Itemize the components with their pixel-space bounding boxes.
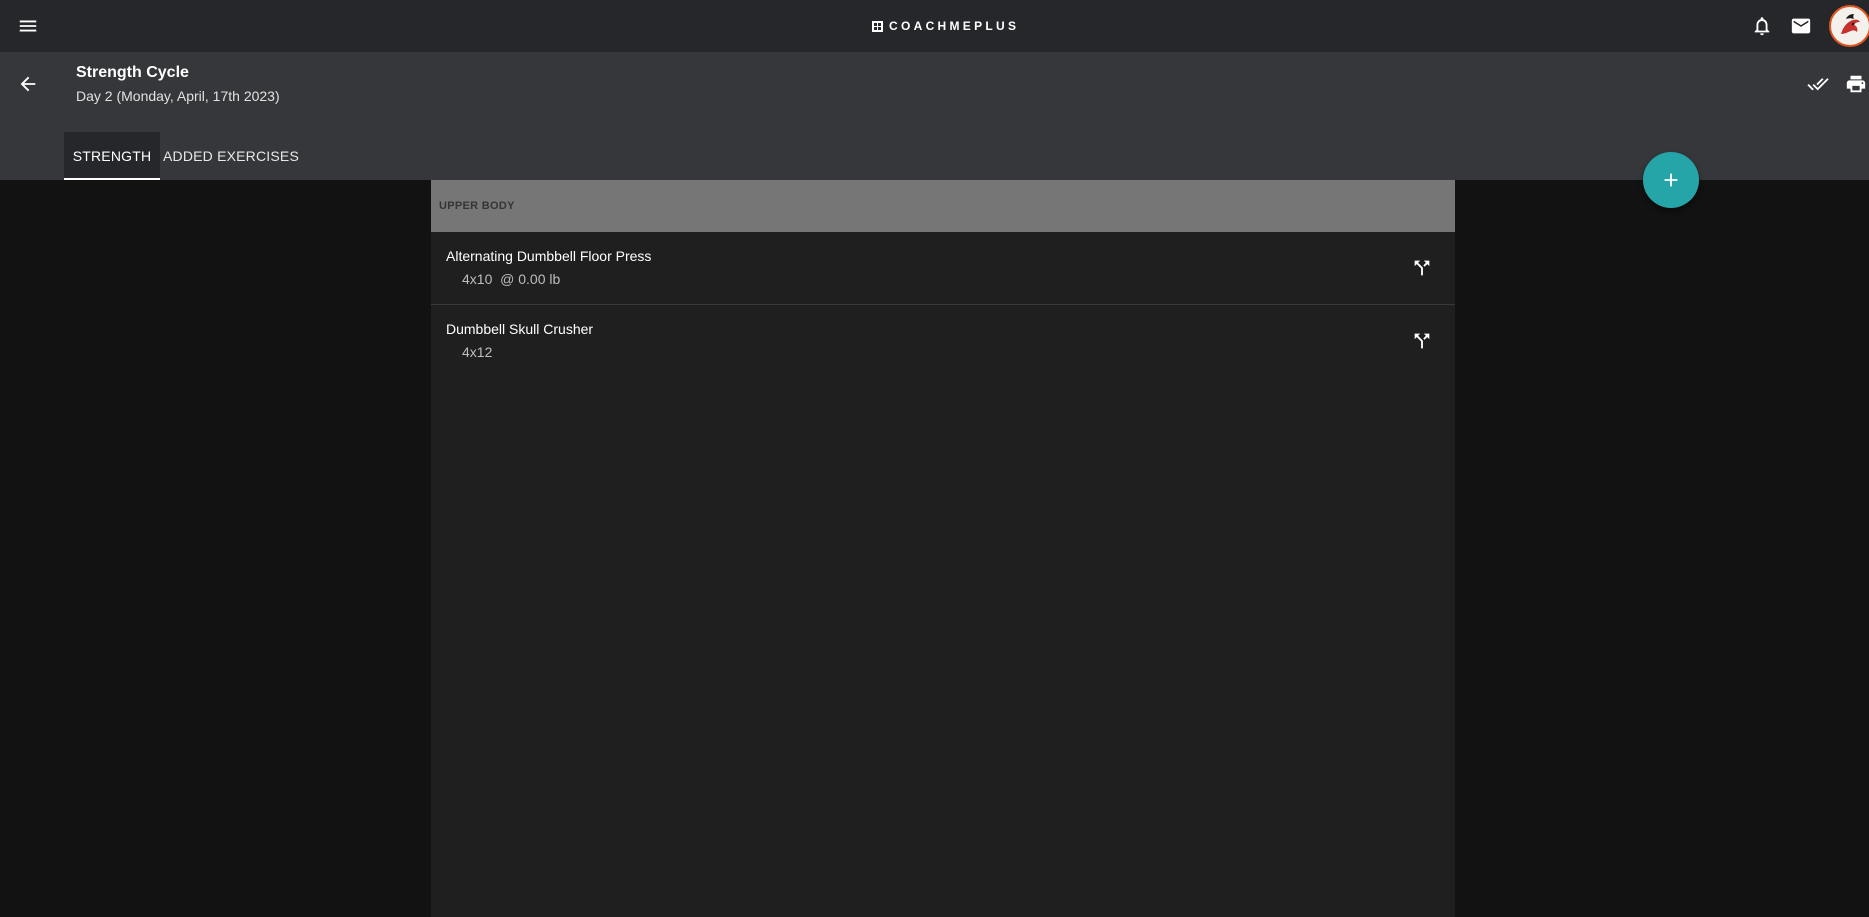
group-header: UPPER BODY [431,180,1455,232]
tab-added-exercises-label: ADDED EXERCISES [162,148,300,164]
avatar[interactable] [1829,5,1869,47]
mail-icon [1791,18,1811,34]
plus-icon [1664,173,1678,187]
back-button[interactable] [10,66,46,102]
fork-arrows-icon [1414,333,1430,349]
exercise-row[interactable]: Alternating Dumbbell Floor Press 4x10 @ … [431,232,1455,305]
double-check-icon [1807,78,1829,91]
tab-strength[interactable]: STRENGTH [64,132,160,180]
messages-button[interactable] [1783,8,1819,44]
printer-icon [1846,75,1866,93]
menu-button[interactable] [10,8,46,44]
workout-content: UPPER BODY Alternating Dumbbell Floor Pr… [431,180,1455,917]
exercise-split-button[interactable] [1409,255,1435,281]
exercise-detail: 4x10 @ 0.00 lb [462,271,561,287]
notifications-button[interactable] [1744,8,1780,44]
logo-mark-icon [872,20,883,32]
tab-strength-label: STRENGTH [72,148,152,164]
bell-icon [1754,17,1770,36]
page-title: Strength Cycle [76,64,189,81]
app-logo[interactable]: COACHMEPLUS [872,17,1019,35]
tab-added-exercises[interactable]: ADDED EXERCISES [160,132,302,180]
menu-icon [19,20,37,32]
group-header-label: UPPER BODY [439,200,515,212]
exercise-name: Alternating Dumbbell Floor Press [446,248,652,264]
avatar-logo-icon [1833,9,1867,43]
exercise-name: Dumbbell Skull Crusher [446,321,594,337]
mark-complete-button[interactable] [1800,66,1836,102]
fork-arrows-icon [1414,260,1430,276]
exercise-detail: 4x12 [462,344,493,360]
exercise-row[interactable]: Dumbbell Skull Crusher 4x12 [431,305,1455,378]
add-exercise-fab[interactable] [1643,152,1699,208]
top-app-bar: COACHMEPLUS [0,0,1869,52]
logo-text: COACHMEPLUS [889,19,1020,33]
page-subtitle: Day 2 (Monday, April, 17th 2023) [76,88,280,104]
print-button[interactable] [1838,66,1869,102]
exercise-split-button[interactable] [1409,328,1435,354]
arrow-left-icon [20,76,36,92]
